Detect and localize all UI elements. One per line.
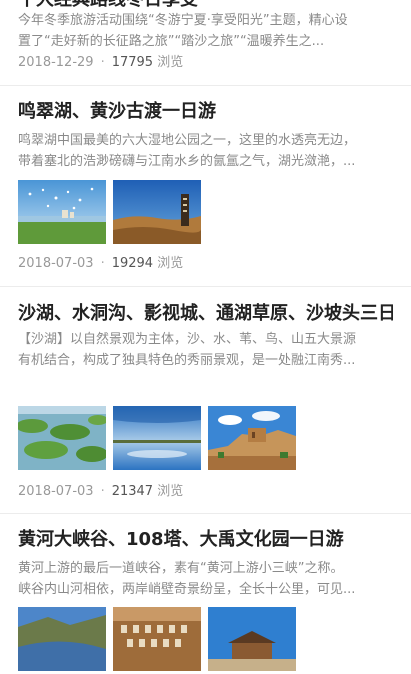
article-summary: 黄河上游的最后一道峡谷，素有“黄河上游小三峡”之称。 峡谷内山河相依，两岸峭壁奇… (18, 558, 393, 600)
separator-dot: · (100, 55, 105, 70)
thumbnail-row (18, 607, 296, 671)
view-count: 21347 (111, 484, 154, 499)
summary-line: 置了“走好新的长征路之旅”“踏沙之旅”“温暖养生之... (18, 34, 325, 49)
article-meta: 2018-07-03 · 19294 浏览 (18, 255, 183, 273)
view-label: 浏览 (157, 55, 184, 70)
summary-line: 鸣翠湖中国最美的六大湿地公园之一，这里的水透亮无边， (18, 133, 357, 148)
article-meta: 2018-12-29 · 17795 浏览 (18, 54, 183, 72)
article-card[interactable]: 十大经典路线冬日享受 今年冬季旅游活动围绕“冬游宁夏·享受阳光”主题，精心设 置… (0, 0, 411, 86)
article-title[interactable]: 沙湖、水洞沟、影视城、通湖草原、沙坡头三日游 (18, 302, 393, 326)
article-date: 2018-07-03 (18, 256, 94, 271)
thumbnail-ancient-ferry[interactable] (113, 180, 201, 244)
article-summary: 鸣翠湖中国最美的六大湿地公园之一，这里的水透亮无边， 带着塞北的浩渺磅礴与江南水… (18, 130, 393, 172)
view-count: 17795 (111, 55, 154, 70)
view-label: 浏览 (157, 256, 184, 271)
summary-line: 今年冬季旅游活动围绕“冬游宁夏·享受阳光”主题，精心设 (18, 13, 348, 28)
article-title[interactable]: 黄河大峡谷、108塔、大禹文化园一日游 (18, 528, 393, 552)
view-count: 19294 (111, 256, 154, 271)
article-meta: 2018-07-03 · 21347 浏览 (18, 483, 183, 501)
article-card[interactable]: 黄河大峡谷、108塔、大禹文化园一日游 黄河上游的最后一道峡谷，素有“黄河上游小… (0, 514, 411, 674)
thumbnail-wetland-birds[interactable] (18, 180, 106, 244)
article-summary: 今年冬季旅游活动围绕“冬游宁夏·享受阳光”主题，精心设 置了“走好新的长征路之旅… (18, 10, 393, 52)
separator-dot: · (100, 256, 105, 271)
summary-line: 带着塞北的浩渺磅礴与江南水乡的氤氲之气，湖光潋滟，... (18, 154, 356, 169)
article-title[interactable]: 鸣翠湖、黄沙古渡一日游 (18, 100, 393, 124)
thumbnail-108-pagodas[interactable] (113, 607, 201, 671)
article-date: 2018-07-03 (18, 484, 94, 499)
article-date: 2018-12-29 (18, 55, 94, 70)
thumbnail-dayu-cultural-park[interactable] (208, 607, 296, 671)
view-label: 浏览 (157, 484, 184, 499)
article-summary: 【沙湖】以自然景观为主体，沙、水、苇、鸟、山五大景源 有机结合，构成了独具特色的… (18, 329, 393, 371)
thumbnail-great-wall-ruins[interactable] (208, 406, 296, 470)
thumbnail-row (18, 406, 296, 470)
summary-line: 峡谷内山河相依，两岸峭壁奇景纷呈，全长十公里，可见... (18, 582, 356, 597)
separator-dot: · (100, 484, 105, 499)
thumbnail-lake-sunset[interactable] (113, 406, 201, 470)
article-card[interactable]: 沙湖、水洞沟、影视城、通湖草原、沙坡头三日游 【沙湖】以自然景观为主体，沙、水、… (0, 287, 411, 514)
thumbnail-row (18, 180, 201, 244)
summary-line: 有机结合，构成了独具特色的秀丽景观，是一处融江南秀... (18, 353, 356, 368)
thumbnail-sand-lake-reeds[interactable] (18, 406, 106, 470)
summary-line: 黄河上游的最后一道峡谷，素有“黄河上游小三峡”之称。 (18, 561, 344, 576)
summary-line: 【沙湖】以自然景观为主体，沙、水、苇、鸟、山五大景源 (18, 332, 357, 347)
article-card[interactable]: 鸣翠湖、黄沙古渡一日游 鸣翠湖中国最美的六大湿地公园之一，这里的水透亮无边， 带… (0, 86, 411, 287)
thumbnail-canyon-river[interactable] (18, 607, 106, 671)
